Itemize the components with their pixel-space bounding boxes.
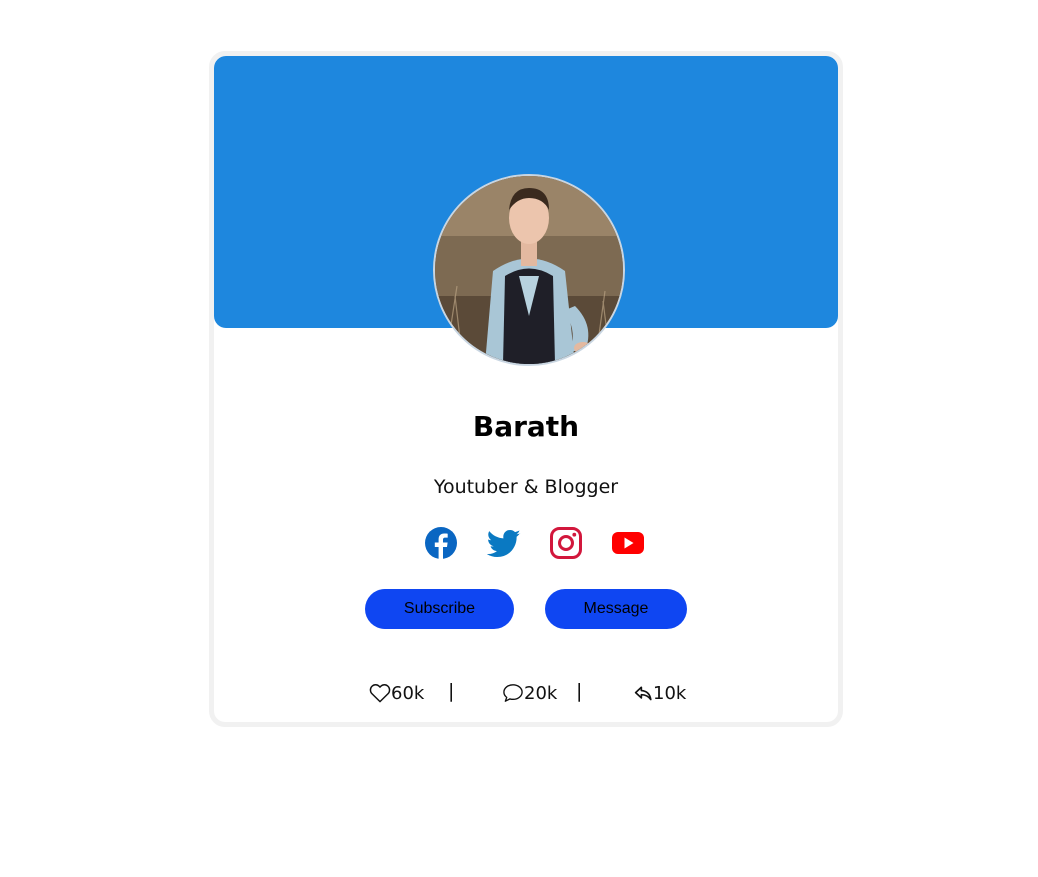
comment-icon [503, 684, 523, 702]
shares-stat[interactable]: 10k [633, 678, 686, 708]
avatar-photo [435, 176, 623, 364]
stat-separator: | [576, 680, 583, 702]
comments-count: 20k [524, 682, 558, 704]
likes-stat[interactable]: 60k [369, 678, 424, 708]
comments-stat[interactable]: 20k [502, 678, 557, 708]
message-button[interactable]: Message [545, 589, 687, 629]
shares-count: 10k [653, 682, 687, 704]
facebook-icon[interactable] [424, 526, 458, 560]
subscribe-button[interactable]: Subscribe [365, 589, 514, 629]
youtube-icon[interactable] [611, 526, 645, 560]
twitter-icon[interactable] [486, 526, 521, 560]
profile-card: Barath Youtuber & Blogger Subscribe Mess… [209, 51, 843, 727]
avatar [433, 174, 625, 366]
likes-count: 60k [391, 682, 425, 704]
profile-name: Barath [472, 410, 580, 443]
profile-tagline: Youtuber & Blogger [433, 476, 619, 498]
instagram-icon[interactable] [549, 526, 583, 560]
heart-icon [369, 684, 391, 703]
stat-separator: | [448, 680, 455, 702]
reply-icon [634, 686, 652, 701]
